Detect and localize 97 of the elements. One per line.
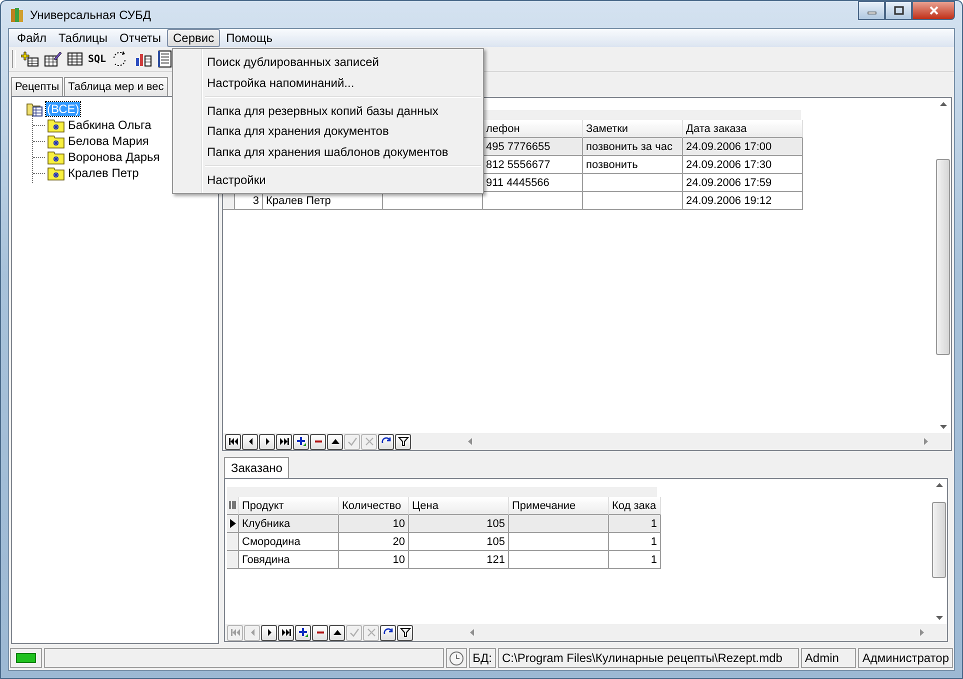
checkmark-icon [348,627,360,638]
last-record-icon [280,627,292,638]
navigator-button[interactable] [395,434,411,450]
navigator-button[interactable] [293,434,309,450]
table-cell: 24.09.2006 19:12 [683,192,803,210]
close-button[interactable] [912,1,955,20]
scroll-up-icon [936,482,942,487]
column-header[interactable]: Продукт [239,497,339,515]
scroll-down-icon [940,425,946,430]
navigator-button[interactable] [261,624,277,640]
table-row[interactable]: 3 Кралев Петр 24.09.2006 19:12 [223,192,803,210]
folder-star-icon [47,118,65,132]
user-name: Admin [800,648,856,668]
minimize-button[interactable] [858,1,885,20]
row-indicator [227,533,239,551]
column-list-icon[interactable] [229,501,236,510]
scroll-thumb[interactable] [932,502,946,578]
navigator-button[interactable] [329,624,345,640]
maximize-icon [894,6,904,15]
table-cell: 1 [609,551,661,569]
table-icon[interactable] [67,51,83,67]
navigator-button[interactable] [312,624,328,640]
books-icon [10,6,24,22]
menu-item[interactable]: Сервис [167,29,220,47]
menu-item[interactable]: Помощь [220,29,278,47]
scroll-right-icon [919,629,925,636]
plus-icon [298,627,308,638]
cross-icon [364,436,374,447]
cross-icon [366,627,376,638]
menu-item[interactable]: Файл [11,29,53,47]
sql-button[interactable]: SQL [88,54,106,64]
edit-table-icon[interactable] [44,51,62,67]
menu-item[interactable]: Отчеты [114,29,168,47]
column-header[interactable]: Цена [409,497,509,515]
table-cell: 121 [409,551,509,569]
clock-icon [448,650,464,666]
navigator-button[interactable] [378,434,394,450]
folder-table-icon [26,101,44,117]
folder-star-icon [47,134,65,148]
tab[interactable]: Заказано [224,457,290,478]
tree-item[interactable]: Кралев Петр [67,166,140,180]
menu-item[interactable]: Папка для резервных копий базы данных [175,100,481,121]
row-indicator [227,551,239,569]
close-icon [928,6,938,15]
first-record-icon [230,627,240,638]
navigator-button[interactable] [225,434,241,450]
navigator-button[interactable] [380,624,396,640]
column-header[interactable]: Код зака [609,497,661,515]
table-cell: 10 [339,551,409,569]
tree-item[interactable]: Воронова Дарья [67,150,161,164]
database-path: C:\Program Files\Кулинарные рецепты\Rezept.mdb [498,648,799,668]
navigator-button[interactable] [310,434,326,450]
checkmark-icon [346,436,358,447]
table-row[interactable]: Смородина 20 105 1 [227,533,661,551]
add-table-icon[interactable] [21,51,39,67]
tree-item[interactable]: Белова Мария [67,134,150,148]
folder-star-icon [47,166,65,180]
navigator-button[interactable] [242,434,258,450]
column-header[interactable]: Дата заказа [683,120,803,138]
navigator-button[interactable] [397,624,413,640]
column-header[interactable]: Заметки [583,120,683,138]
table-row[interactable]: Клубника 10 105 1 [227,515,661,533]
tree-item[interactable]: Бабкина Ольга [67,118,152,132]
menu-item[interactable]: Поиск дублированных записей [175,52,481,72]
scroll-left-icon [469,629,475,636]
plus-icon [296,436,306,447]
navigator-button[interactable] [259,434,275,450]
folder-star-icon [47,150,65,164]
window-title: Универсальная СУБД [30,8,151,22]
scroll-left-icon [467,438,473,445]
menu-item[interactable]: Таблицы [52,29,114,47]
filter-icon [398,436,408,447]
filter-icon [400,627,410,638]
navigator-button[interactable] [276,434,292,450]
scroll-down-icon [936,616,942,621]
column-header[interactable]: Примечание [509,497,609,515]
menu-item[interactable]: Настройка напоминаний... [175,72,481,93]
table-cell: Говядина [239,551,339,569]
column-header[interactable]: лефон [483,120,583,138]
tab[interactable]: Рецепты [11,77,64,96]
maximize-button[interactable] [885,1,912,20]
scroll-thumb[interactable] [936,159,950,355]
status-label: БД: [468,648,496,668]
column-header[interactable]: Количество [339,497,409,515]
first-record-icon [228,436,238,447]
navigator-button[interactable] [278,624,294,640]
bar-chart-icon[interactable] [134,51,152,67]
last-record-icon [278,436,290,447]
document-icon[interactable] [157,50,174,68]
user-role: Администратор [858,648,953,668]
scroll-up-icon [940,101,946,106]
navigator-button[interactable] [327,434,343,450]
current-row-icon [230,519,236,528]
tab[interactable]: Таблица мер и вес [64,77,168,96]
table-row[interactable]: Говядина 10 121 1 [227,551,661,569]
navigator-button[interactable] [295,624,311,640]
scroll-right-icon [923,438,929,445]
